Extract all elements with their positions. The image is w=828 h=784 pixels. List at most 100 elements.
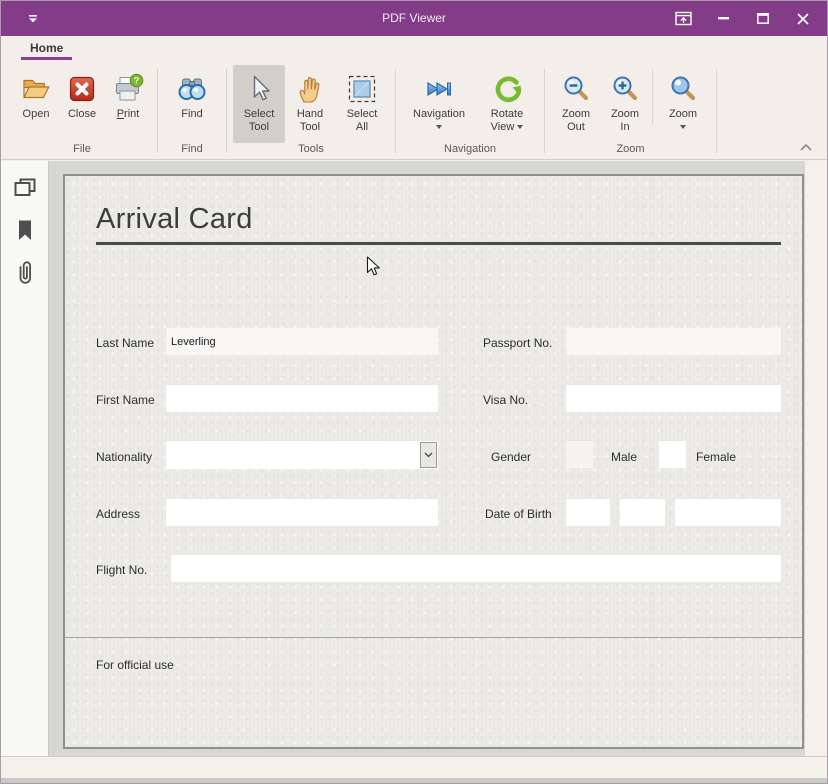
select-all-icon — [346, 70, 378, 108]
dropdown-arrow-icon — [517, 125, 523, 129]
print-button-label: Print — [117, 108, 140, 121]
ribbon-group-separator — [716, 69, 717, 153]
window-title: PDF Viewer — [382, 1, 446, 36]
flight-no-label: Flight No. — [96, 563, 147, 577]
gender-label: Gender — [491, 450, 531, 464]
first-name-label: First Name — [96, 393, 155, 407]
flight-no-field[interactable] — [171, 555, 781, 582]
navigation-button-label: Navigation — [413, 108, 465, 121]
ribbon-group-find: Find Find — [160, 65, 224, 159]
group-label-tools: Tools — [229, 143, 393, 159]
form-title: Arrival Card — [96, 203, 253, 236]
window-controls — [663, 1, 823, 36]
bookmarks-button[interactable] — [1, 213, 48, 249]
passport-no-field[interactable] — [566, 328, 781, 355]
close-button[interactable] — [783, 1, 823, 36]
rotate-view-label-line1: Rotate — [491, 108, 524, 121]
ribbon-group-separator — [226, 69, 227, 153]
gender-male-checkbox[interactable] — [566, 441, 593, 468]
rotate-view-label-line2: View — [491, 121, 515, 133]
window-bottom-edge — [1, 778, 827, 783]
nationality-label: Nationality — [96, 450, 152, 464]
horizontal-scrollbar[interactable] — [1, 756, 827, 780]
fast-forward-icon — [423, 70, 455, 108]
quick-access-chevron-icon — [28, 15, 38, 23]
ribbon-group-separator — [395, 69, 396, 153]
minimize-button[interactable] — [703, 1, 743, 36]
paperclip-icon — [14, 259, 36, 287]
magnifier-plus-icon — [609, 70, 641, 108]
first-name-field[interactable] — [166, 385, 438, 412]
nationality-dropdown-button[interactable] — [420, 442, 437, 468]
find-button-label: Find — [181, 108, 202, 121]
ribbon-group-separator — [157, 69, 158, 153]
print-button[interactable]: ? Print — [105, 65, 151, 143]
minimize-icon — [718, 17, 729, 20]
collapse-ribbon-button[interactable] — [797, 140, 815, 154]
visa-no-field[interactable] — [566, 385, 781, 412]
navigation-button[interactable]: Navigation — [402, 65, 476, 143]
group-label-navigation: Navigation — [398, 143, 542, 159]
document-canvas[interactable]: Arrival Card Last Name First Name Nation… — [49, 161, 804, 756]
ribbon-group-zoom: Zoom Out Zoom — [547, 65, 714, 159]
pdf-viewer-window: PDF Viewer — [0, 0, 828, 784]
page-thumbnails-button[interactable] — [1, 171, 48, 207]
address-field[interactable] — [166, 499, 438, 526]
magnifier-icon — [667, 70, 699, 108]
zoom-out-button[interactable]: Zoom Out — [551, 65, 601, 143]
nationality-dropdown[interactable] — [166, 441, 438, 469]
close-document-button-label: Close — [68, 108, 96, 121]
main-area: Arrival Card Last Name First Name Nation… — [1, 161, 827, 756]
ribbon-tabs-row: Home — [1, 36, 827, 65]
rotate-arrow-icon — [491, 70, 523, 108]
ribbon-group-file: Open Close — [9, 65, 155, 159]
open-folder-icon — [20, 70, 52, 108]
hand-tool-button[interactable]: Hand Tool — [285, 65, 335, 143]
cursor-arrow-icon — [243, 70, 275, 108]
zoom-in-label-line2: In — [611, 121, 639, 134]
group-label-file: File — [9, 143, 155, 159]
dob-field-3[interactable] — [675, 499, 781, 526]
last-name-field[interactable] — [166, 328, 438, 355]
hand-icon — [294, 70, 326, 108]
chevron-up-icon — [800, 144, 812, 151]
rotate-view-button[interactable]: Rotate View — [476, 65, 538, 143]
gender-female-checkbox[interactable] — [659, 441, 686, 468]
navigation-pane-toolbar — [1, 161, 49, 756]
dropdown-arrow-icon — [680, 125, 686, 129]
select-tool-label-line1: Select — [244, 108, 275, 121]
group-label-zoom: Zoom — [547, 143, 714, 159]
vertical-scrollbar[interactable] — [804, 161, 827, 756]
gender-male-label: Male — [611, 450, 637, 464]
zoom-out-label-line1: Zoom — [562, 108, 590, 121]
page-thumbnails-icon — [12, 176, 38, 202]
open-button-label: Open — [23, 108, 50, 121]
zoom-in-label-line1: Zoom — [611, 108, 639, 121]
dropdown-arrow-icon — [436, 125, 442, 129]
tab-home[interactable]: Home — [21, 36, 72, 60]
select-tool-button[interactable]: Select Tool — [233, 65, 285, 143]
magnifier-minus-icon — [560, 70, 592, 108]
ribbon-group-tools: Select Tool Hand Tool — [229, 65, 393, 159]
group-label-find: Find — [160, 143, 224, 159]
zoom-button[interactable]: Zoom — [656, 65, 710, 143]
ribbon-group-navigation: Navigation Rotate View — [398, 65, 542, 159]
close-icon — [797, 13, 809, 25]
attachments-button[interactable] — [1, 255, 48, 291]
dob-field-2[interactable] — [620, 499, 665, 526]
ribbon: Open Close — [1, 65, 827, 160]
open-button[interactable]: Open — [13, 65, 59, 143]
last-name-label: Last Name — [96, 336, 154, 350]
zoom-in-button[interactable]: Zoom In — [601, 65, 649, 143]
dob-field-1[interactable] — [566, 499, 610, 526]
quick-access-toolbar-button[interactable] — [23, 9, 43, 29]
select-all-label-line2: All — [347, 121, 378, 134]
close-document-button[interactable]: Close — [59, 65, 105, 143]
official-use-label: For official use — [96, 658, 174, 672]
find-button[interactable]: Find — [164, 65, 220, 143]
maximize-button[interactable] — [743, 1, 783, 36]
select-all-button[interactable]: Select All — [335, 65, 389, 143]
ribbon-display-options-button[interactable] — [663, 1, 703, 36]
bookmarks-icon — [13, 218, 37, 244]
passport-no-label: Passport No. — [483, 336, 552, 350]
